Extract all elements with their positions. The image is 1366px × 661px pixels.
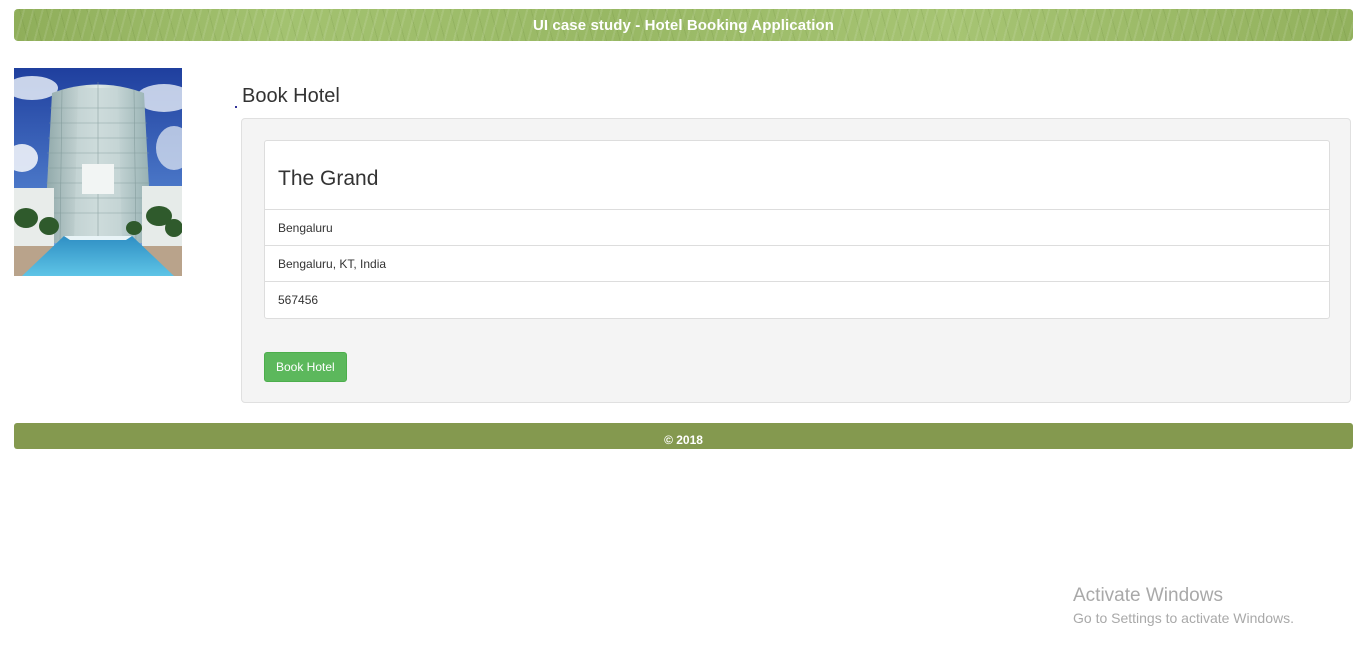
- watermark-title: Activate Windows: [1073, 585, 1223, 606]
- header-banner: UI case study - Hotel Booking Applicatio…: [14, 9, 1353, 41]
- booking-panel: The Grand Bengaluru Bengaluru, KT, India…: [241, 118, 1351, 403]
- hotel-address: Bengaluru, KT, India: [265, 246, 1329, 282]
- page-title: Book Hotel: [242, 85, 340, 107]
- hotel-details-list: The Grand Bengaluru Bengaluru, KT, India…: [264, 140, 1330, 319]
- app-title: UI case study - Hotel Booking Applicatio…: [532, 16, 835, 34]
- book-hotel-button[interactable]: Book Hotel: [264, 352, 347, 382]
- stray-dot: [235, 106, 237, 108]
- activate-windows-watermark: Activate Windows Go to Settings to activ…: [1073, 585, 1294, 629]
- hotel-photo: [14, 68, 182, 276]
- footer-bar: © 2018: [14, 423, 1353, 449]
- hotel-pincode: 567456: [278, 293, 319, 307]
- copyright-text: © 2018: [664, 433, 703, 447]
- hotel-city: Bengaluru: [265, 210, 1329, 246]
- page: UI case study - Hotel Booking Applicatio…: [0, 0, 1366, 661]
- hotel-name: The Grand: [265, 141, 1329, 210]
- watermark-subtitle: Go to Settings to activate Windows.: [1073, 610, 1294, 626]
